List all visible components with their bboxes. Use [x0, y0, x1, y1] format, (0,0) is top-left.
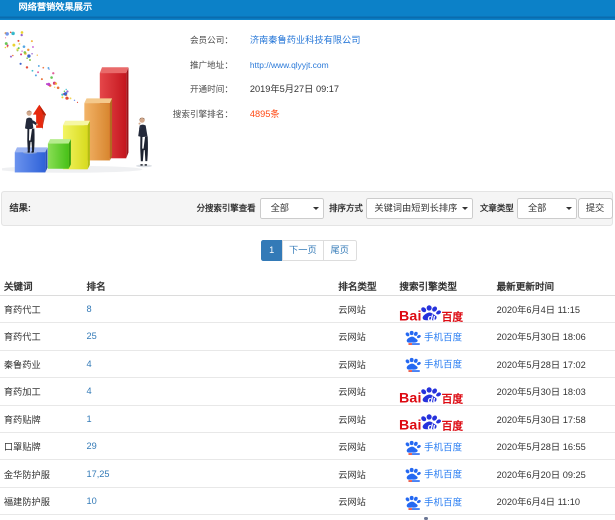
svg-text:Bai: Bai	[399, 308, 422, 322]
svg-text:du: du	[428, 312, 439, 322]
svg-text:手机百度: 手机百度	[424, 469, 462, 481]
svg-text:du: du	[428, 422, 439, 432]
svg-text:手机百度: 手机百度	[424, 496, 462, 508]
svg-text:手机百度: 手机百度	[424, 441, 462, 453]
svg-text:百度: 百度	[442, 420, 464, 432]
svg-text:手机百度: 手机百度	[424, 331, 462, 343]
svg-text:Bai: Bai	[399, 390, 422, 404]
svg-text:百度: 百度	[442, 310, 464, 322]
svg-text:du: du	[428, 394, 439, 404]
svg-text:手机百度: 手机百度	[424, 359, 462, 371]
svg-text:百度: 百度	[442, 392, 464, 404]
svg-text:Bai: Bai	[399, 418, 422, 432]
